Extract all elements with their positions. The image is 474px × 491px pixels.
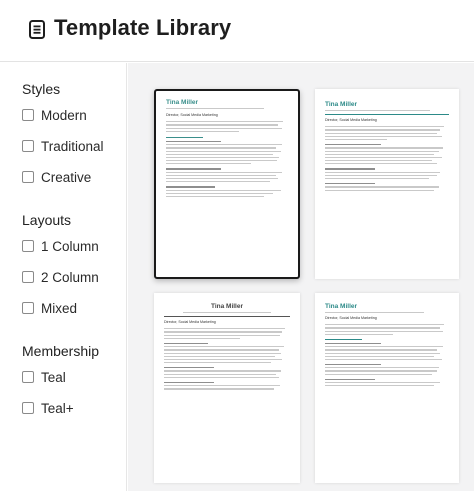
resume-name: Tina Miller xyxy=(210,303,244,310)
filter-option-modern[interactable]: Modern xyxy=(22,106,87,124)
resume-subtitle: Director, Social Media Marketing xyxy=(166,113,218,118)
resume-name: Tina Miller xyxy=(325,303,358,310)
section-title-membership: Membership xyxy=(22,343,100,359)
template-card[interactable]: Tina Miller Director, Social Media Marke… xyxy=(154,293,300,483)
document-icon xyxy=(29,20,45,39)
section-title-layouts: Layouts xyxy=(22,212,72,228)
filter-option-label: Traditional xyxy=(41,138,104,154)
filter-option-teal-plus[interactable]: Teal+ xyxy=(22,399,74,417)
resume-name: Tina Miller xyxy=(166,99,199,106)
checkbox[interactable] xyxy=(22,402,34,414)
filter-option-2-column[interactable]: 2 Column xyxy=(22,268,99,286)
filter-sidebar: Styles Modern Traditional Creative Layou… xyxy=(0,63,127,491)
checkbox[interactable] xyxy=(22,171,34,183)
resume-name: Tina Miller xyxy=(325,101,358,108)
filter-option-label: Teal+ xyxy=(41,400,74,416)
filter-option-traditional[interactable]: Traditional xyxy=(22,137,104,155)
resume-subtitle: Director, Social Media Marketing xyxy=(325,118,377,123)
checkbox[interactable] xyxy=(22,140,34,152)
filter-option-label: Modern xyxy=(41,107,87,123)
checkbox[interactable] xyxy=(22,302,34,314)
template-card[interactable]: Tina Miller Director, Social Media Marke… xyxy=(315,293,459,483)
template-card[interactable]: Tina Miller Director, Social Media Marke… xyxy=(315,89,459,279)
page-header: Template Library xyxy=(0,0,474,62)
checkbox[interactable] xyxy=(22,371,34,383)
resume-subtitle: Director, Social Media Marketing xyxy=(164,320,216,325)
filter-option-1-column[interactable]: 1 Column xyxy=(22,237,99,255)
filter-option-label: 2 Column xyxy=(41,269,99,285)
checkbox[interactable] xyxy=(22,109,34,121)
filter-option-label: Creative xyxy=(41,169,92,185)
resume-subtitle: Director, Social Media Marketing xyxy=(325,316,377,321)
checkbox[interactable] xyxy=(22,240,34,252)
filter-option-label: Mixed xyxy=(41,300,78,316)
template-card[interactable]: Tina Miller Director, Social Media Marke… xyxy=(154,89,300,279)
page-title: Template Library xyxy=(54,15,232,40)
filter-option-label: 1 Column xyxy=(41,238,99,254)
filter-option-teal[interactable]: Teal xyxy=(22,368,66,386)
filter-option-mixed[interactable]: Mixed xyxy=(22,299,77,317)
template-grid: Tina Miller Director, Social Media Marke… xyxy=(128,63,474,491)
filter-option-label: Teal xyxy=(41,369,66,385)
filter-option-creative[interactable]: Creative xyxy=(22,168,91,186)
checkbox[interactable] xyxy=(22,271,34,283)
section-title-styles: Styles xyxy=(22,81,61,97)
